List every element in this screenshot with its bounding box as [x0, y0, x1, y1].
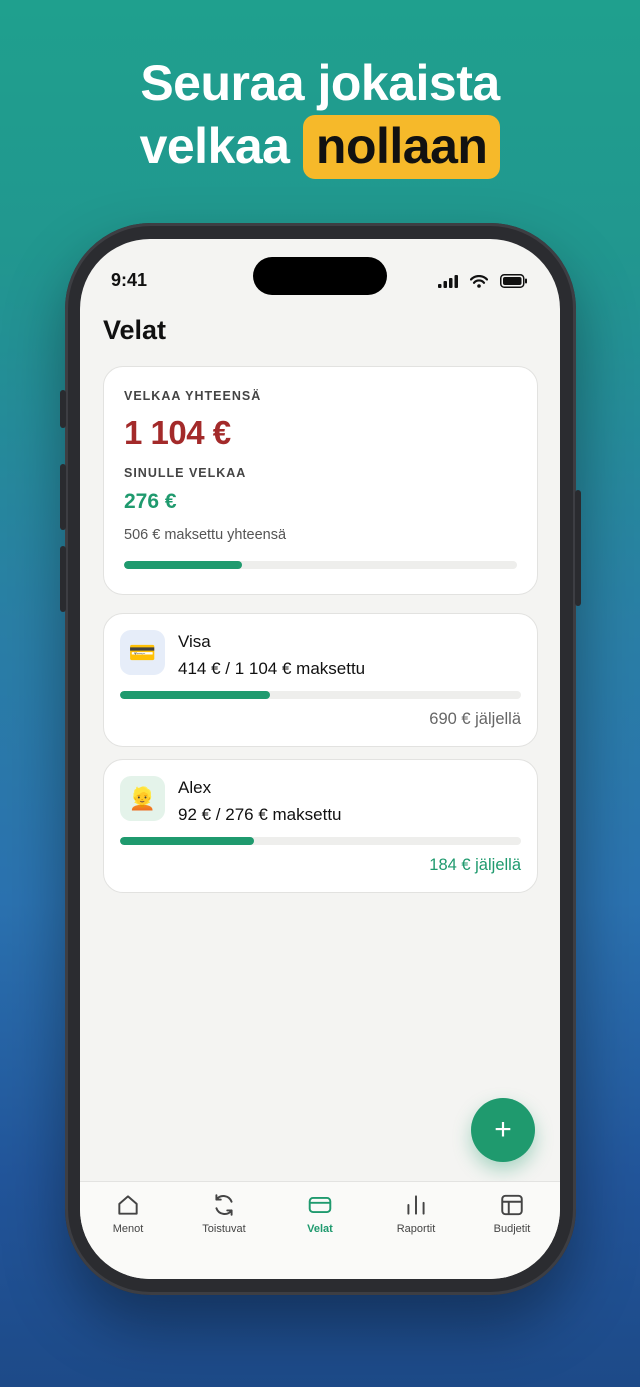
tab-label: Velat — [307, 1223, 333, 1235]
tab-raportit[interactable]: Raportit — [368, 1192, 464, 1279]
debt-remaining-text: 690 € jäljellä — [429, 710, 521, 728]
battery-icon — [500, 274, 527, 288]
status-time: 9:41 — [111, 270, 148, 290]
status-icons — [438, 274, 528, 288]
total-debt-value: 1 104 € — [124, 414, 231, 451]
headline-word: velkaa — [139, 118, 290, 174]
summary-card: VELKAA YHTEENSÄ 1 104 € SINULLE VELKAA 2… — [103, 366, 538, 595]
summary-progress-fill — [124, 561, 242, 569]
paid-total-text: 506 € maksettu yhteensä — [124, 527, 287, 543]
refresh-icon — [215, 1194, 233, 1216]
debt-progress-fill — [120, 837, 254, 845]
tab-label: Raportit — [396, 1223, 436, 1235]
owed-to-you-label: SINULLE VELKAA — [124, 466, 247, 480]
debt-paid-text: 92 € / 276 € maksettu — [178, 805, 342, 824]
home-icon — [118, 1195, 138, 1215]
page-title: Velat — [103, 315, 167, 345]
credit-card-icon: 💳 — [120, 630, 165, 675]
tab-label: Menot — [112, 1223, 144, 1235]
headline: Seuraa jokaista velkaa nollaan — [0, 52, 640, 179]
card-icon — [308, 1196, 332, 1214]
tab-budjetit[interactable]: Budjetit — [464, 1192, 560, 1279]
power-button — [575, 490, 581, 606]
debt-progress-bar — [120, 691, 521, 699]
bar-chart-icon — [407, 1195, 425, 1215]
tab-toistuvat[interactable]: Toistuvat — [176, 1192, 272, 1279]
add-debt-button[interactable]: + — [471, 1098, 535, 1162]
debt-card-alex[interactable]: 👱 Alex 92 € / 276 € maksettu 184 € jälje… — [103, 759, 538, 893]
dynamic-island — [253, 257, 387, 295]
phone-screen: 9:41 Velat VELKAA YHTEENSÄ 1 104 € SINUL… — [80, 239, 560, 1279]
headline-highlight: nollaan — [302, 115, 501, 179]
debt-progress-fill — [120, 691, 271, 699]
headline-line-2: velkaa nollaan — [0, 115, 640, 179]
budget-icon — [501, 1194, 523, 1216]
summary-progress-bar — [124, 561, 517, 569]
debt-paid-text: 414 € / 1 104 € maksettu — [178, 659, 366, 678]
volume-down-button — [60, 546, 66, 612]
tab-velat[interactable]: Velat — [272, 1192, 368, 1279]
person-icon: 👱 — [120, 776, 165, 821]
plus-icon: + — [494, 1113, 512, 1146]
debt-card-visa[interactable]: 💳 Visa 414 € / 1 104 € maksettu 690 € jä… — [103, 613, 538, 747]
action-button — [60, 390, 66, 428]
debt-name: Alex — [178, 778, 212, 797]
signal-icon — [438, 274, 458, 288]
tab-menot[interactable]: Menot — [80, 1192, 176, 1279]
tab-label: Toistuvat — [202, 1223, 246, 1235]
wifi-icon — [470, 274, 488, 288]
tab-bar: Menot Toistuvat Velat Raportit Budjetit — [80, 1181, 560, 1279]
volume-up-button — [60, 464, 66, 530]
total-debt-label: VELKAA YHTEENSÄ — [124, 389, 262, 403]
debt-remaining-text: 184 € jäljellä — [429, 856, 521, 874]
headline-line-1: Seuraa jokaista — [140, 55, 500, 111]
debt-progress-bar — [120, 837, 521, 845]
tab-label: Budjetit — [493, 1223, 531, 1235]
owed-to-you-value: 276 € — [124, 490, 177, 513]
debt-name: Visa — [178, 632, 211, 651]
